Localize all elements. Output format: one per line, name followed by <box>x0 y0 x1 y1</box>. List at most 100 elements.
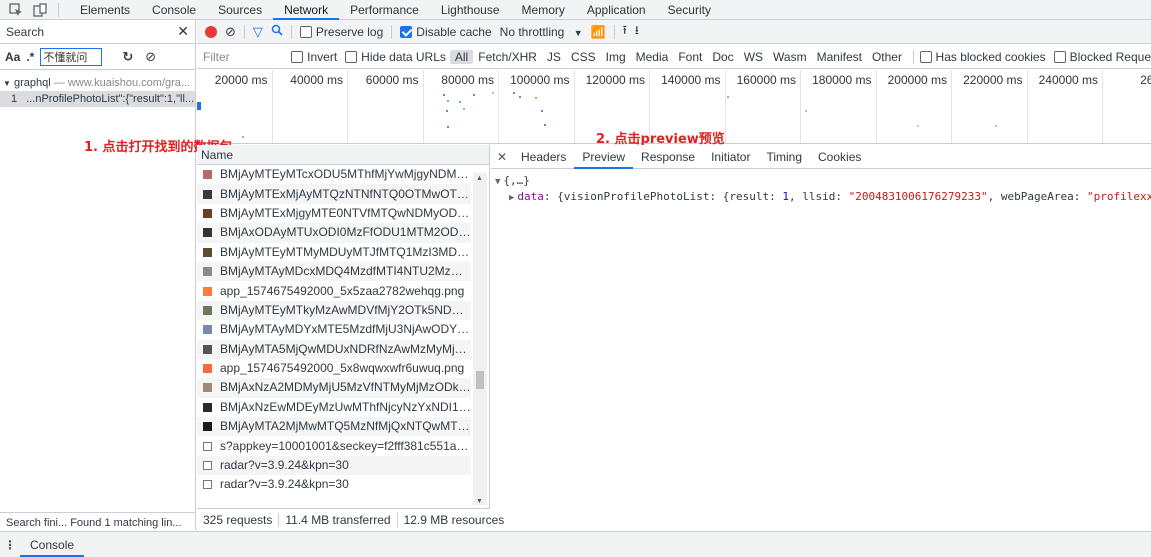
search-options: Aa .* ↻ ⊘ <box>0 44 195 70</box>
request-row[interactable]: app_1574675492000_5x8wqwxwfr6uwuq.png <box>197 359 471 378</box>
inspect-element-icon[interactable] <box>8 2 24 18</box>
request-row[interactable]: BMjAyMTA5MjQwMDUxNDRfNzAwMzMyMjYyXzJfa <box>197 339 471 359</box>
request-name: BMjAyMTA5MjQwMDUxNDRfNzAwMzMyMjYyXzJfa <box>220 341 471 356</box>
toolbar-divider <box>243 24 245 39</box>
request-row[interactable]: BMjAyMTExMjgyMTE0NTVfMTQwNDMyODExM18y <box>197 204 471 223</box>
request-list-scrollbar[interactable]: ▲ ▼ <box>473 173 487 505</box>
search-panel-header: Search ✕ <box>0 20 195 44</box>
request-count: 325 requests <box>197 512 280 527</box>
invert-checkbox[interactable]: Invert <box>291 50 337 64</box>
filter-type-doc[interactable]: Doc <box>707 50 738 64</box>
search-input[interactable] <box>40 47 103 66</box>
throttling-select[interactable]: No throttling ▼ <box>500 25 583 39</box>
request-row[interactable]: BMjAyMTEyMTkyMzAwMDVfMjY2OTk5NDU3OV8xX <box>197 300 471 321</box>
request-row[interactable]: BMjAyMTExMjAyMTQzNTNfNTQ0OTMwOTUwXzFfa <box>197 184 471 204</box>
upload-icon[interactable]: ⭱ <box>623 21 627 42</box>
filter-bar: Filter Invert Hide data URLs All Fetch/XH… <box>197 45 1151 69</box>
match-case-toggle[interactable]: Aa <box>5 50 20 64</box>
detail-tab-timing[interactable]: Timing <box>758 145 810 169</box>
request-type-icon <box>203 325 212 335</box>
timeline-mark <box>447 126 449 128</box>
filter-type-all[interactable]: All <box>449 49 474 64</box>
filter-type-wasm[interactable]: Wasm <box>768 50 812 64</box>
timeline-tick: 80000 ms <box>424 70 499 143</box>
preview-tree: ▼ {,…} ▶ data: {visionProfilePhotoList: {r… <box>491 169 1151 203</box>
request-type-icon <box>203 461 212 471</box>
tab-network[interactable]: Network <box>273 0 340 20</box>
filter-input[interactable]: Filter <box>197 50 291 64</box>
device-toolbar-icon[interactable] <box>32 2 48 18</box>
request-row[interactable]: radar?v=3.9.24&kpn=30 <box>197 455 471 476</box>
preview-root[interactable]: ▼ {,…} <box>495 174 1151 187</box>
clear-log-icon[interactable]: ⊘ <box>225 24 236 40</box>
timeline-mark <box>242 136 244 138</box>
request-row[interactable]: BMjAxNzEwMDEyMzUwMThfNjcyNzYxNDI1XzJfaGC <box>197 398 471 417</box>
tab-application[interactable]: Application <box>576 0 657 20</box>
filter-type-css[interactable]: CSS <box>566 50 601 64</box>
filter-type-img[interactable]: Img <box>601 50 631 64</box>
blocked-requests-checkbox[interactable]: Blocked Reque <box>1053 50 1151 64</box>
record-button[interactable] <box>205 25 217 38</box>
filter-type-manifest[interactable]: Manifest <box>812 50 867 64</box>
request-row[interactable]: radar?v=3.9.24&kpn=30 <box>197 475 471 494</box>
search-result-group[interactable]: ▼ graphql — www.kuaishou.com/gra... <box>0 75 195 91</box>
timeline-tick: 60000 ms <box>348 70 424 143</box>
filter-type-ws[interactable]: WS <box>739 50 768 64</box>
drawer-console-tab[interactable]: Console <box>20 533 85 557</box>
tab-sources[interactable]: Sources <box>207 0 273 20</box>
preview-data-node[interactable]: ▶ data: {visionProfilePhotoList: {result:… <box>495 190 1151 203</box>
regex-toggle[interactable]: .* <box>26 50 34 64</box>
detail-tabs: ✕ Headers Preview Response Initiator Timing C… <box>491 145 1151 169</box>
blocked-cookies-checkbox[interactable]: Has blocked cookies <box>919 50 1046 64</box>
filter-type-js[interactable]: JS <box>542 50 566 64</box>
filter-type-other[interactable]: Other <box>867 50 907 64</box>
close-detail-icon[interactable]: ✕ <box>491 150 513 164</box>
wifi-icon[interactable]: 📶 <box>591 25 606 39</box>
filter-type-font[interactable]: Font <box>673 50 707 64</box>
close-icon[interactable]: ✕ <box>177 23 189 40</box>
hide-data-urls-checkbox[interactable]: Hide data URLs <box>345 50 446 64</box>
tab-elements[interactable]: Elements <box>69 0 141 20</box>
preserve-log-checkbox[interactable]: Preserve log <box>299 25 383 39</box>
request-row[interactable]: s?appkey=10001001&seckey=f2fff381c551a8d… <box>197 436 471 455</box>
scrollbar-thumb[interactable] <box>476 371 484 389</box>
detail-tab-preview[interactable]: Preview <box>574 145 634 169</box>
download-icon[interactable]: ⭳ <box>635 21 639 42</box>
detail-tab-response[interactable]: Response <box>633 145 703 169</box>
toolbar-divider <box>613 24 615 39</box>
search-icon[interactable] <box>271 24 283 39</box>
detail-tab-headers[interactable]: Headers <box>513 145 574 169</box>
request-row[interactable]: BMjAyMTAyMDYxMTE5MzdfMjU3NjAwODY4XzJfaG <box>197 320 471 339</box>
tab-memory[interactable]: Memory <box>511 0 576 20</box>
filter-icon[interactable]: ▽ <box>253 24 263 40</box>
timeline-mark <box>443 94 445 96</box>
refresh-icon[interactable]: ↻ <box>122 49 133 65</box>
filter-type-media[interactable]: Media <box>631 50 674 64</box>
result-file-name: graphql <box>13 77 51 89</box>
drawer-menu-icon[interactable]: ⋮ <box>0 538 20 552</box>
request-row[interactable]: BMjAyMTEyMTMyMDUyMTJfMTQ1MzI3MDg3XzJfa <box>197 243 471 262</box>
result-line-number: 1 <box>11 93 18 105</box>
request-row[interactable]: BMjAxODAyMTUxODI0MzFfODU1MTM2ODA4XzJfa <box>197 223 471 243</box>
search-result-line[interactable]: 1 ...nProfilePhotoList":{"result":1,"ll.… <box>0 91 195 107</box>
request-row[interactable]: BMjAyMTEyMTcxODU5MThfMjYwMjgyNDM1MV8y... <box>197 165 471 184</box>
tab-lighthouse[interactable]: Lighthouse <box>430 0 511 20</box>
request-name: BMjAyMTEyMTMyMDUyMTJfMTQ1MzI3MDg3XzJfa <box>220 244 471 259</box>
request-list: Name BMjAyMTEyMTcxODU5MThfMjYwMjgyNDM1MV… <box>197 145 490 530</box>
timeline-mark <box>544 124 546 126</box>
name-column-header[interactable]: Name <box>197 145 489 165</box>
request-row[interactable]: BMjAyMTA2MjMwMTQ5MzNfMjQxNTQwMTYyXzJfa <box>197 417 471 437</box>
tab-security[interactable]: Security <box>657 0 722 20</box>
clear-icon[interactable]: ⊘ <box>145 49 156 65</box>
request-row[interactable]: app_1574675492000_5x5zaa2782wehqg.png <box>197 281 471 300</box>
result-file-url: — www.kuaishou.com/gra... <box>53 77 191 89</box>
request-row[interactable]: BMjAxNzA2MDMyMjU5MzVfNTMyMjMzODk2XzJfa <box>197 378 471 398</box>
request-row[interactable]: BMjAyMTAyMDcxMDQ4MzdfMTI4NTU2MzMzOF8x... <box>197 261 471 282</box>
filter-type-fetchxhr[interactable]: Fetch/XHR <box>473 50 542 64</box>
tab-console[interactable]: Console <box>141 0 207 20</box>
detail-tab-cookies[interactable]: Cookies <box>810 145 869 169</box>
disable-cache-checkbox[interactable]: Disable cache <box>400 25 492 39</box>
request-type-icon <box>203 170 212 180</box>
detail-tab-initiator[interactable]: Initiator <box>703 145 758 169</box>
tab-performance[interactable]: Performance <box>339 0 430 20</box>
